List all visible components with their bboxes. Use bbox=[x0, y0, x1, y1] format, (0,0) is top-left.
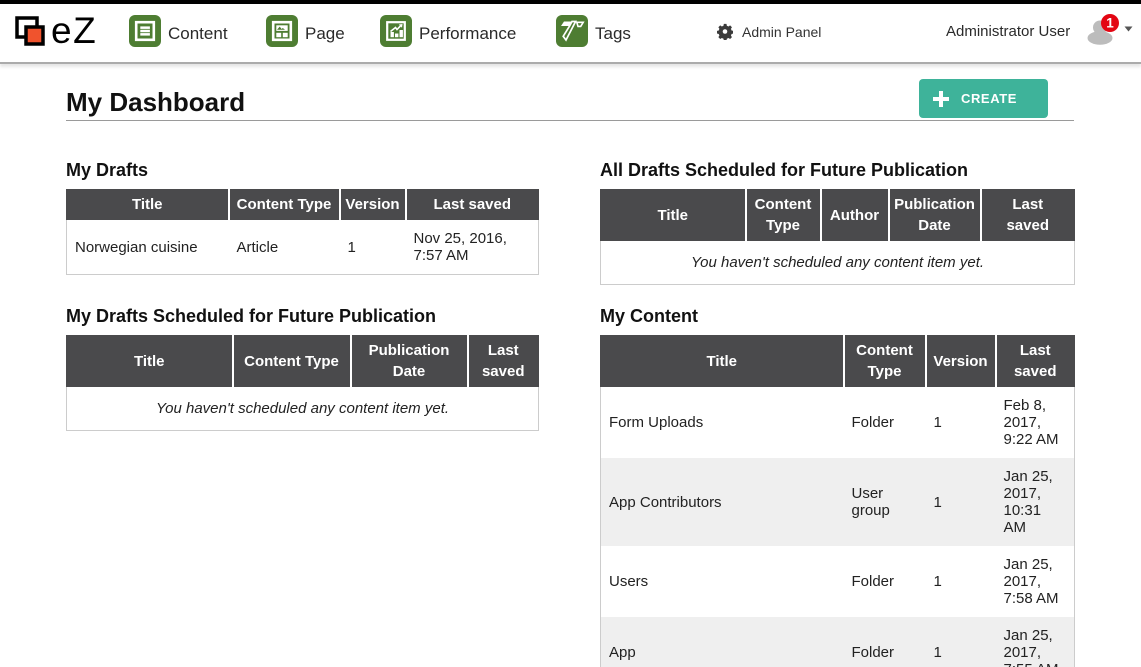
svg-text:1: 1 bbox=[1106, 16, 1114, 31]
